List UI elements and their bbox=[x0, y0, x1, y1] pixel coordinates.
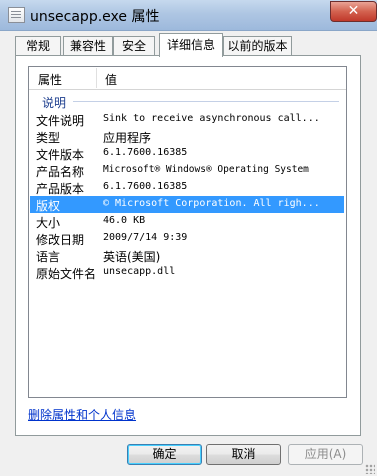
details-tab-panel: 属性 值 说明 文件说明 Sink to receive asynchronou… bbox=[15, 55, 361, 436]
tab-compatibility[interactable]: 兼容性 bbox=[63, 36, 113, 56]
property-name: 文件说明 bbox=[36, 114, 85, 128]
property-value: unsecapp.dll bbox=[103, 266, 176, 277]
property-value: 6.1.7600.16385 bbox=[103, 147, 188, 158]
remove-properties-link[interactable]: 删除属性和个人信息 bbox=[28, 406, 136, 423]
property-value: 46.0 KB bbox=[103, 215, 146, 226]
property-name: 文件版本 bbox=[36, 148, 85, 162]
property-value: 应用程序 bbox=[103, 131, 152, 145]
property-value: 2009/7/14 9:39 bbox=[103, 232, 188, 243]
property-name: 产品版本 bbox=[36, 182, 85, 196]
property-value: Microsoft® Windows® Operating System bbox=[103, 164, 309, 175]
list-item[interactable]: 语言 英语(美国) bbox=[29, 247, 346, 264]
list-item[interactable]: 原始文件名 unsecapp.dll bbox=[29, 264, 346, 281]
property-name: 语言 bbox=[36, 250, 61, 264]
apply-button[interactable]: 应用(A) bbox=[288, 444, 363, 465]
details-list[interactable]: 属性 值 说明 文件说明 Sink to receive asynchronou… bbox=[28, 66, 347, 398]
resize-grip-icon[interactable] bbox=[365, 464, 375, 474]
property-value: © Microsoft Corporation. All righ... bbox=[103, 198, 320, 209]
list-item[interactable]: 大小 46.0 KB bbox=[29, 213, 346, 230]
list-item[interactable]: 产品名称 Microsoft® Windows® Operating Syste… bbox=[29, 162, 346, 179]
group-header-description: 说明 bbox=[42, 96, 67, 110]
list-item[interactable]: 类型 应用程序 bbox=[29, 128, 346, 145]
title-bar[interactable]: unsecapp.exe 属性 ✕ bbox=[0, 0, 377, 31]
tab-details[interactable]: 详细信息 bbox=[159, 33, 223, 57]
property-value: 6.1.7600.16385 bbox=[103, 181, 188, 192]
window-title: unsecapp.exe 属性 bbox=[30, 9, 160, 25]
tab-general[interactable]: 常规 bbox=[15, 36, 61, 56]
ok-button[interactable]: 确定 bbox=[127, 444, 202, 465]
column-header-property[interactable]: 属性 bbox=[38, 71, 62, 88]
list-item-selected[interactable]: 版权 © Microsoft Corporation. All righ... bbox=[30, 196, 344, 213]
property-value: 英语(美国) bbox=[103, 250, 161, 264]
column-header-value[interactable]: 值 bbox=[105, 71, 117, 88]
list-item[interactable]: 修改日期 2009/7/14 9:39 bbox=[29, 230, 346, 247]
column-divider[interactable] bbox=[96, 68, 97, 88]
cancel-button[interactable]: 取消 bbox=[206, 444, 281, 465]
file-properties-icon bbox=[8, 7, 25, 23]
property-name: 大小 bbox=[36, 216, 61, 230]
property-name: 产品名称 bbox=[36, 165, 85, 179]
group-divider bbox=[73, 101, 339, 102]
tab-previous-versions[interactable]: 以前的版本 bbox=[223, 36, 292, 56]
property-name: 修改日期 bbox=[36, 233, 85, 247]
list-item[interactable]: 产品版本 6.1.7600.16385 bbox=[29, 179, 346, 196]
tab-security[interactable]: 安全 bbox=[113, 36, 155, 56]
list-item[interactable]: 文件说明 Sink to receive asynchronous call..… bbox=[29, 111, 346, 128]
list-item[interactable]: 文件版本 6.1.7600.16385 bbox=[29, 145, 346, 162]
list-header: 属性 值 bbox=[29, 67, 346, 90]
property-value: Sink to receive asynchronous call... bbox=[103, 113, 320, 124]
property-name: 类型 bbox=[36, 131, 61, 145]
property-name: 版权 bbox=[36, 199, 61, 213]
property-name: 原始文件名 bbox=[36, 267, 97, 281]
close-button[interactable]: ✕ bbox=[330, 1, 377, 22]
